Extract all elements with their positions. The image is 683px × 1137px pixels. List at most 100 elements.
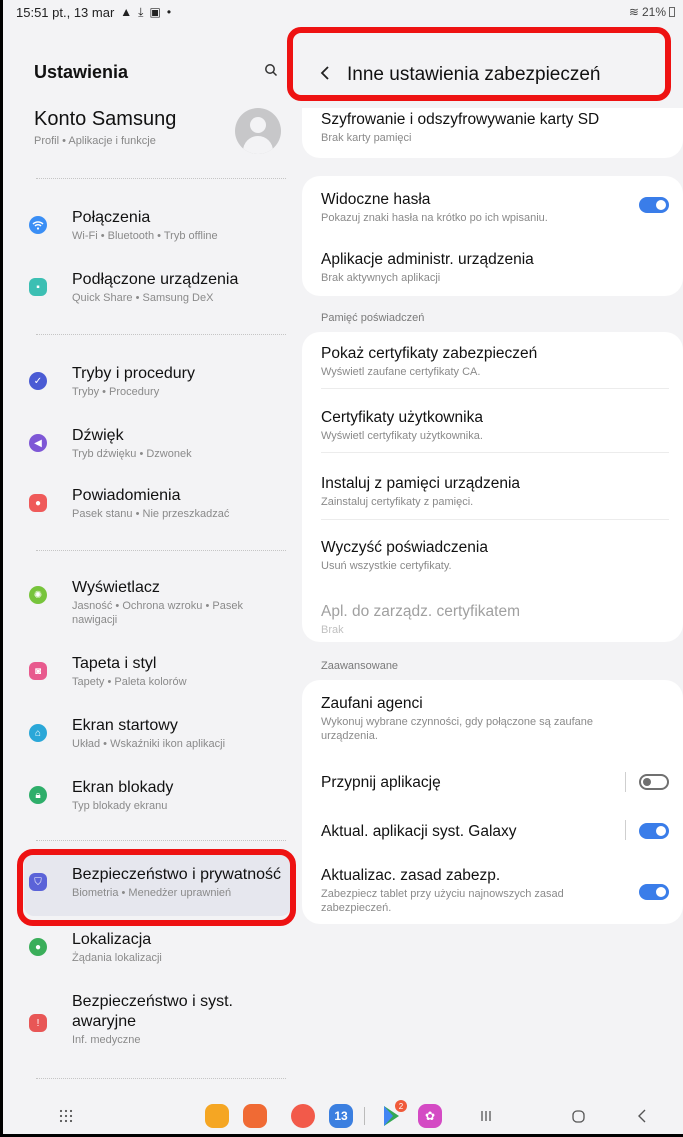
- sidebar-item-display[interactable]: ✺ Wyświetlacz Jasność • Ochrona wzroku • …: [26, 578, 291, 627]
- separator: [625, 772, 626, 792]
- sidebar-item-sub: Wi-Fi • Bluetooth • Tryb offline: [72, 230, 218, 242]
- page-title: Ustawienia: [34, 61, 129, 82]
- check-circle-icon: ✓: [29, 372, 47, 390]
- row-install-from-storage[interactable]: Instaluj z pamięci urządzenia Zainstaluj…: [321, 474, 669, 509]
- row-sub: Pokazuj znaki hasła na krótko po ich wpi…: [321, 212, 548, 224]
- row-show-certificates[interactable]: Pokaż certyfikaty zabezpieczeń Wyświetl …: [321, 344, 669, 379]
- divider: [321, 519, 669, 520]
- sidebar-item-connected-devices[interactable]: ▪ Podłączone urządzenia Quick Share • Sam…: [26, 270, 291, 305]
- lock-icon: 🔒︎: [29, 786, 47, 804]
- divider: [36, 178, 286, 179]
- divider: [36, 840, 286, 841]
- row-clear-credentials[interactable]: Wyczyść poświadczenia Usuń wszystkie cer…: [321, 538, 669, 573]
- row-sub: Wyświetl certyfikaty użytkownika.: [321, 430, 483, 442]
- row-sub: Brak karty pamięci: [321, 132, 412, 144]
- card-passwords: Widoczne hasła Pokazuj znaki hasła na kr…: [302, 176, 683, 296]
- play-store-icon[interactable]: 2: [380, 1100, 407, 1128]
- row-sub: Brak: [321, 624, 344, 636]
- calendar-app-icon[interactable]: 13: [329, 1104, 353, 1128]
- sidebar-item-sound[interactable]: ◀ Dźwięk Tryb dźwięku • Dzwonek: [26, 426, 291, 461]
- contacts-app-icon[interactable]: [291, 1104, 315, 1128]
- sidebar-item-sub: Pasek stanu • Nie przeszkadzać: [72, 508, 230, 520]
- wifi-status-icon: ≋: [628, 5, 639, 19]
- row-title: Widoczne hasła: [321, 191, 431, 208]
- row-trusted-agents[interactable]: Zaufani agenci Wykonuj wybrane czynności…: [321, 694, 623, 743]
- row-title: Zaufani agenci: [321, 695, 423, 712]
- sidebar-item-safety-emergency[interactable]: ! Bezpieczeństwo i syst. awaryjne Inf. me…: [26, 992, 291, 1047]
- divider: [36, 334, 286, 335]
- row-visible-passwords[interactable]: Widoczne hasła Pokazuj znaki hasła na kr…: [321, 190, 669, 225]
- sidebar-item-sub: Jasność • Ochrona wzroku • Pasek nawigac…: [72, 600, 243, 626]
- sidebar-item-lock-screen[interactable]: 🔒︎ Ekran blokady Typ blokady ekranu: [26, 778, 291, 813]
- sidebar-item-sub: Tryb dźwięku • Dzwonek: [72, 448, 192, 460]
- sidebar-item-modes[interactable]: ✓ Tryby i procedury Tryby • Procedury: [26, 364, 291, 399]
- sidebar-item-label: Bezpieczeństwo i syst. awaryjne: [72, 993, 233, 1030]
- image-icon: ▣: [149, 5, 161, 19]
- sidebar-item-label: Dźwięk: [72, 427, 124, 444]
- row-title: Instaluj z pamięci urządzenia: [321, 475, 521, 492]
- avatar[interactable]: [235, 108, 281, 154]
- sidebar-item-label: Połączenia: [72, 209, 151, 226]
- dot-icon: •: [166, 5, 172, 19]
- blossom-app-icon[interactable]: ✿: [418, 1104, 442, 1128]
- row-security-policy-update[interactable]: Aktualizac. zasad zabezp. Zabezpiecz tab…: [321, 866, 623, 915]
- row-sub: Brak aktywnych aplikacji: [321, 272, 441, 284]
- divider: [321, 388, 669, 389]
- row-title: Wyczyść poświadczenia: [321, 539, 488, 556]
- apps-grid-icon[interactable]: [54, 1104, 78, 1128]
- sidebar-item-sub: Żądania lokalizacji: [72, 952, 162, 964]
- back-key[interactable]: [632, 1104, 652, 1128]
- download-icon: ⤓: [138, 4, 144, 19]
- sidebar-item-label: Podłączone urządzenia: [72, 271, 239, 288]
- row-pin-app[interactable]: Przypnij aplikację: [321, 773, 669, 793]
- divider: [36, 1078, 286, 1079]
- recents-key[interactable]: [476, 1104, 496, 1128]
- row-title: Aktualizac. zasad zabezp.: [321, 867, 501, 884]
- sidebar-item-home-screen[interactable]: ⌂ Ekran startowy Układ • Wskaźniki ikon a…: [26, 716, 291, 751]
- sidebar-item-sub: Inf. medyczne: [72, 1034, 141, 1046]
- status-time: 15:51 pt., 13 mar: [16, 4, 115, 20]
- settings-header: Ustawienia: [34, 60, 281, 84]
- palette-icon: ◙: [29, 662, 47, 680]
- row-sub: Zabezpiecz tablet przy użyciu najnowszyc…: [321, 888, 564, 914]
- samsung-account[interactable]: Konto Samsung Profil • Aplikacje i funkc…: [34, 108, 284, 168]
- row-sub: Zainstaluj certyfikaty z pamięci.: [321, 496, 474, 508]
- security-policy-toggle[interactable]: [639, 884, 669, 900]
- search-icon[interactable]: [261, 63, 281, 81]
- folder-app-icon[interactable]: [205, 1104, 229, 1128]
- row-title: Szyfrowanie i odszyfrowywanie karty SD: [321, 111, 600, 128]
- sidebar-item-label: Ekran startowy: [72, 717, 178, 734]
- row-device-admin-apps[interactable]: Aplikacje administr. urządzenia Brak akt…: [321, 250, 669, 285]
- device-frame: 15:51 pt., 13 mar ▲ ⤓ ▣ • ≋ 21% Ustawien…: [0, 0, 683, 1137]
- card-sd: Szyfrowanie i odszyfrowywanie karty SD B…: [302, 108, 683, 158]
- visible-passwords-toggle[interactable]: [639, 197, 669, 213]
- pin-app-toggle[interactable]: [639, 774, 669, 790]
- divider: [36, 550, 286, 551]
- sidebar-item-connections[interactable]: Połączenia Wi-Fi • Bluetooth • Tryb offli…: [26, 208, 291, 243]
- home-key[interactable]: [568, 1104, 588, 1128]
- home-icon: ⌂: [29, 724, 47, 742]
- sidebar-item-wallpaper[interactable]: ◙ Tapeta i styl Tapety • Paleta kolorów: [26, 654, 291, 689]
- row-cert-management-app: Apl. do zarządz. certyfikatem Brak: [321, 602, 669, 637]
- highlight-box-security: [17, 849, 296, 926]
- sidebar-item-label: Ekran blokady: [72, 779, 174, 796]
- row-galaxy-system-app-update[interactable]: Aktual. aplikacji syst. Galaxy: [321, 822, 669, 842]
- sidebar-item-sub: Typ blokady ekranu: [72, 800, 168, 812]
- settings-list-panel: Ustawienia Konto Samsung Profil • Aplika…: [6, 24, 291, 1098]
- sidebar-item-location[interactable]: ● Lokalizacja Żądania lokalizacji: [26, 930, 291, 965]
- detail-panel: Inne ustawienia zabezpieczeń Szyfrowanie…: [291, 24, 683, 1098]
- sidebar-item-sub: Tryby • Procedury: [72, 386, 160, 398]
- row-sub: Wykonuj wybrane czynności, gdy połączone…: [321, 716, 593, 742]
- battery-level: 21%: [641, 5, 666, 19]
- navigation-bar: 13 2 ✿: [6, 1098, 683, 1134]
- sidebar-item-sub: Tapety • Paleta kolorów: [72, 676, 187, 688]
- separator: [625, 820, 626, 840]
- row-title: Aplikacje administr. urządzenia: [321, 251, 534, 268]
- section-credentials: Pamięć poświadczeń: [321, 312, 425, 324]
- row-user-certificates[interactable]: Certyfikaty użytkownika Wyświetl certyfi…: [321, 408, 669, 443]
- sidebar-item-notifications[interactable]: ● Powiadomienia Pasek stanu • Nie przeszk…: [26, 486, 291, 521]
- row-sd-encryption[interactable]: Szyfrowanie i odszyfrowywanie karty SD B…: [321, 110, 669, 145]
- galaxy-update-toggle[interactable]: [639, 823, 669, 839]
- notes-app-icon[interactable]: [243, 1104, 267, 1128]
- divider: [321, 452, 669, 453]
